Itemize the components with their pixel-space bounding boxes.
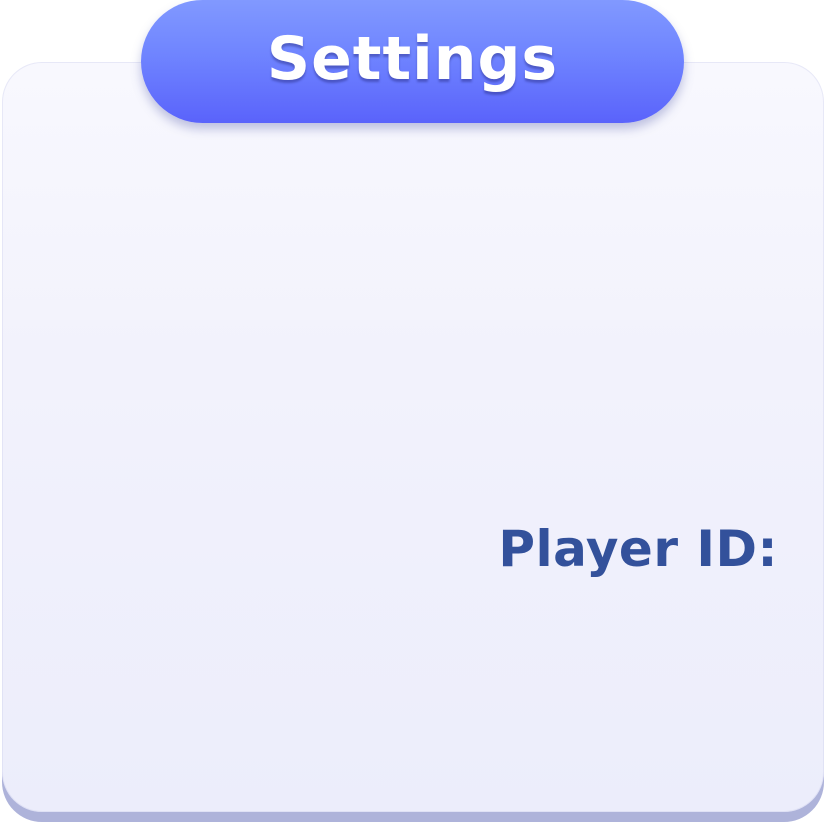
- player-id-label: Player ID:: [498, 520, 778, 578]
- settings-screen: Player ID: Settings: [0, 0, 824, 824]
- settings-panel: Player ID:: [2, 62, 824, 812]
- settings-header-banner: Settings: [141, 0, 684, 123]
- settings-title: Settings: [266, 23, 559, 94]
